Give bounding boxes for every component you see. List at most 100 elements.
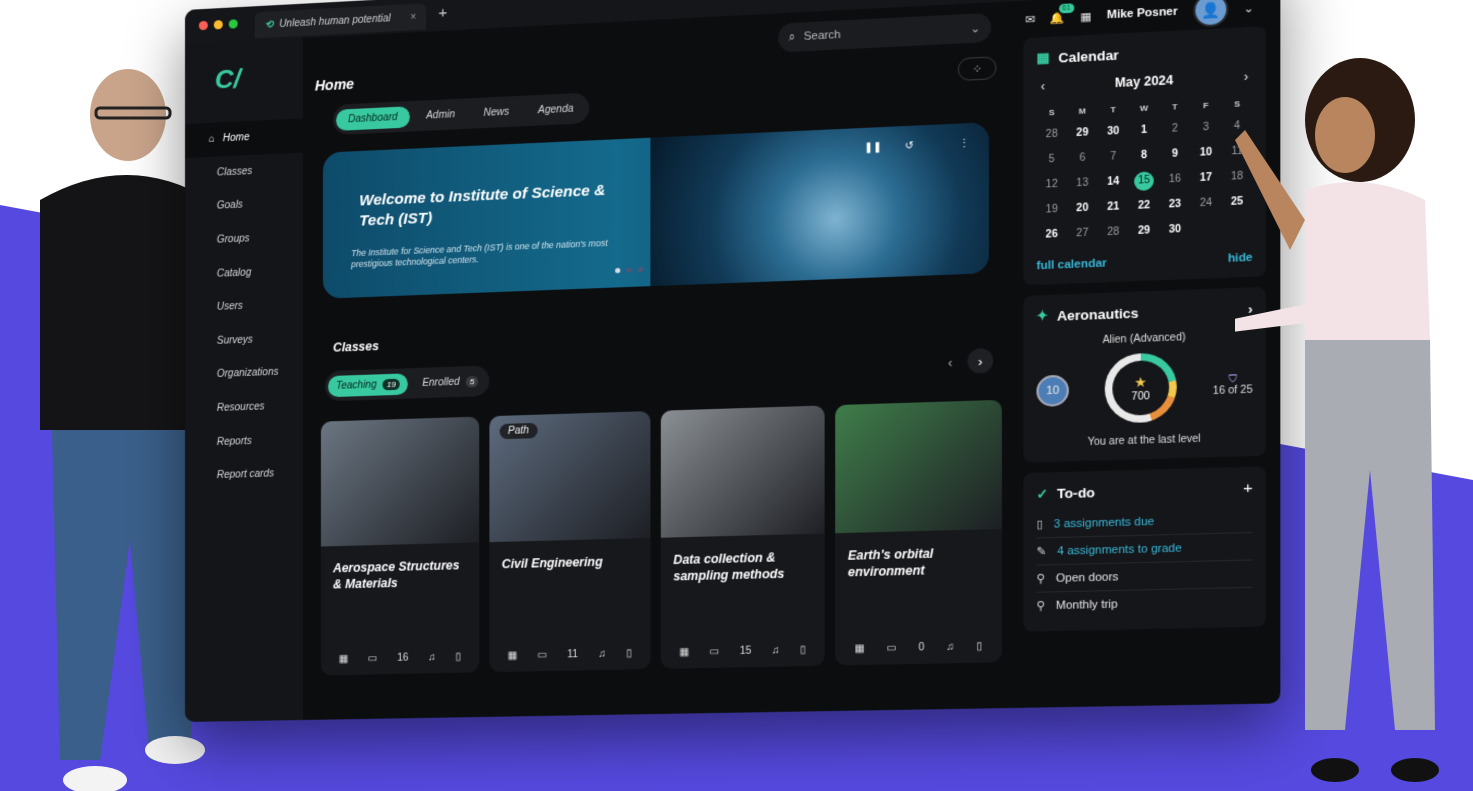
sidebar-item-resources[interactable]: Resources — [185, 389, 303, 427]
tab-label: Teaching — [336, 378, 377, 392]
calendar-day[interactable]: 8 — [1129, 146, 1160, 166]
grid-icon[interactable]: ▦ — [679, 647, 689, 658]
sidebar-item-users[interactable]: Users — [185, 287, 303, 325]
calendar-day[interactable]: 9 — [1159, 145, 1190, 165]
calendar-day[interactable]: 28 — [1036, 125, 1067, 145]
document-icon[interactable]: ▯ — [976, 641, 982, 653]
bell-icon[interactable]: ♫ — [772, 645, 780, 656]
calendar-day[interactable]: 7 — [1098, 147, 1129, 167]
close-window-button[interactable] — [198, 20, 208, 31]
calendar-day[interactable]: 17 — [1190, 168, 1221, 188]
maximize-window-button[interactable] — [228, 19, 238, 29]
calendar-day[interactable]: 10 — [1190, 143, 1221, 163]
tab-admin[interactable]: Admin — [414, 103, 467, 127]
calendar-icon[interactable]: ▦ — [1080, 9, 1091, 23]
tab-agenda[interactable]: Agenda — [526, 97, 586, 121]
calendar-day[interactable]: 28 — [1098, 223, 1129, 243]
sidebar-item-goals[interactable]: Goals — [185, 186, 303, 225]
mail-icon[interactable]: ✉ — [1025, 12, 1035, 26]
document-icon[interactable]: ▯ — [455, 651, 461, 662]
window-controls — [198, 19, 238, 31]
calendar-icon[interactable]: ▭ — [537, 650, 547, 661]
carousel-dot[interactable] — [615, 267, 621, 274]
tab-close-icon[interactable]: × — [410, 11, 416, 22]
calendar-day[interactable]: 30 — [1159, 220, 1190, 240]
calendar-day-today[interactable]: 15 — [1134, 171, 1154, 192]
class-card[interactable]: Path Civil Engineering ▦ ▭ 11 ♫ ▯ — [489, 411, 651, 673]
sidebar-item-report-cards[interactable]: Report cards — [185, 456, 303, 493]
aeronautics-panel: ✦ Aeronautics › Alien (Advanced) 10 ★ 70… — [1023, 286, 1266, 463]
carousel-dot[interactable] — [637, 266, 644, 273]
calendar-icon[interactable]: ▭ — [709, 646, 719, 657]
user-avatar[interactable]: 👤 — [1193, 0, 1229, 28]
calendar-day[interactable]: 13 — [1067, 174, 1098, 194]
calendar-day[interactable]: 30 — [1098, 122, 1129, 142]
next-arrow-icon[interactable]: › — [967, 347, 994, 374]
calendar-day[interactable]: 23 — [1159, 195, 1190, 215]
document-icon[interactable]: ▯ — [800, 644, 806, 655]
chevron-down-icon[interactable]: ⌄ — [1244, 1, 1254, 15]
grid-icon[interactable]: ▦ — [855, 643, 865, 655]
calendar-icon[interactable]: ▭ — [886, 643, 896, 655]
bell-icon[interactable]: ♫ — [946, 641, 954, 653]
bell-icon[interactable]: ♫ — [428, 652, 436, 663]
brand-logo[interactable]: C/ — [215, 62, 259, 94]
tab-dashboard[interactable]: Dashboard — [336, 105, 410, 131]
class-card[interactable]: Data collection & sampling methods ▦ ▭ 15 ♫ ▯ — [660, 405, 825, 669]
more-icon[interactable]: ⋮ — [959, 138, 970, 150]
new-tab-button[interactable]: + — [438, 4, 447, 22]
grid-icon[interactable]: ▦ — [508, 650, 518, 661]
sidebar-item-catalog[interactable]: Catalog — [185, 254, 303, 292]
prev-month-icon[interactable]: ‹ — [1041, 79, 1045, 94]
grid-view-button[interactable]: ⁘ — [957, 56, 997, 82]
todo-item[interactable]: ⚲ Monthly trip — [1036, 588, 1252, 619]
pause-icon[interactable]: ❚❚ — [864, 142, 882, 154]
sidebar-item-home[interactable]: ⌂ Home — [185, 118, 303, 158]
sidebar-item-reports[interactable]: Reports — [185, 423, 303, 460]
class-card[interactable]: Earth's orbital environment ▦ ▭ 0 ♫ ▯ — [835, 399, 1002, 666]
calendar-day[interactable]: 6 — [1067, 149, 1098, 169]
grid-icon[interactable]: ▦ — [339, 654, 349, 665]
carousel-dot[interactable] — [626, 267, 632, 273]
sidebar-item-groups[interactable]: Groups — [185, 220, 303, 259]
calendar-day[interactable]: 26 — [1036, 225, 1067, 245]
calendar-day[interactable]: 5 — [1036, 150, 1067, 170]
class-card[interactable]: Aerospace Structures & Materials ▦ ▭ 16 ♫ ▯ — [320, 416, 480, 676]
browser-tab[interactable]: ⟲ Unleash human potential × — [254, 3, 427, 39]
tab-news[interactable]: News — [471, 100, 521, 124]
prev-arrow-icon[interactable]: ‹ — [937, 349, 963, 375]
calendar-day[interactable]: 12 — [1036, 175, 1067, 195]
pin-icon: ⚲ — [1036, 572, 1046, 586]
calendar-day[interactable]: 14 — [1098, 172, 1129, 192]
sidebar-item-organizations[interactable]: Organizations — [185, 355, 303, 393]
calendar-day — [1190, 219, 1221, 239]
bell-icon[interactable]: 🔔 61 — [1050, 2, 1074, 25]
full-calendar-link[interactable]: full calendar — [1036, 257, 1106, 272]
sidebar-item-classes[interactable]: Classes — [185, 152, 303, 191]
right-column: ▦ Calendar ‹ May 2024 › SMTWTFS 28 29 30 1 2… — [1023, 26, 1266, 642]
calendar-day[interactable]: 29 — [1067, 124, 1098, 144]
calendar-day[interactable]: 3 — [1190, 118, 1221, 138]
replay-icon[interactable]: ↺ — [905, 140, 914, 152]
tab-enrolled[interactable]: Enrolled 5 — [414, 370, 487, 394]
calendar-icon[interactable]: ▭ — [368, 653, 378, 664]
calendar-day[interactable]: 2 — [1159, 119, 1190, 139]
calendar-day[interactable]: 21 — [1098, 198, 1129, 218]
calendar-day[interactable]: 19 — [1036, 200, 1067, 220]
class-cards: Aerospace Structures & Materials ▦ ▭ 16 ♫ ▯ Pa… — [320, 399, 1002, 676]
document-icon[interactable]: ▯ — [626, 648, 632, 659]
bell-icon[interactable]: ♫ — [598, 648, 606, 659]
calendar-day[interactable]: 1 — [1129, 121, 1160, 141]
calendar-day[interactable]: 29 — [1129, 221, 1160, 241]
minimize-window-button[interactable] — [213, 20, 223, 30]
chevron-down-icon[interactable]: ⌄ — [970, 21, 980, 35]
calendar-day[interactable]: 16 — [1159, 170, 1190, 190]
calendar-day[interactable]: 27 — [1067, 224, 1098, 244]
user-name[interactable]: Mike Posner — [1107, 5, 1178, 21]
sidebar-item-surveys[interactable]: Surveys — [185, 321, 303, 359]
calendar-day[interactable]: 20 — [1067, 199, 1098, 219]
calendar-day[interactable]: 24 — [1190, 194, 1221, 214]
search-input[interactable]: Search — [804, 29, 841, 43]
calendar-day[interactable]: 22 — [1129, 196, 1160, 216]
tab-teaching[interactable]: Teaching 19 — [327, 372, 409, 397]
